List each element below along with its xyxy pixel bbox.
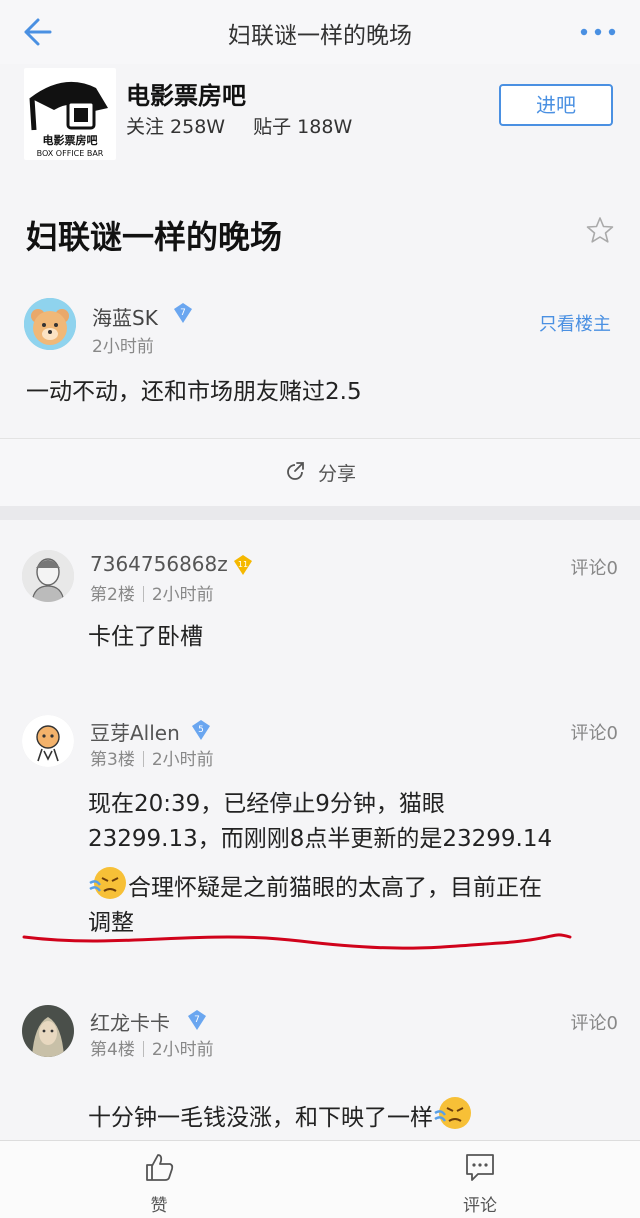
level-number: 7 [180,308,186,318]
reply-content: 卡住了卧槽 [88,624,203,650]
forum-name[interactable]: 电影票房吧 [126,76,246,111]
comment-button[interactable]: 评论 [420,1141,540,1218]
page-title: 妇联谜一样的晚场 [228,23,412,49]
reply-text: 十分钟一毛钱没涨，和下映了一样 [88,1105,433,1131]
meta-separator [142,751,144,767]
avatar[interactable] [22,1005,74,1057]
level-number: 5 [198,725,204,735]
meta-separator [142,586,144,602]
reply-time: 2小时前 [151,1040,214,1060]
comment-count-button[interactable]: 评论0 [571,554,618,580]
bear-avatar-icon [24,298,76,350]
only-op-button[interactable]: 只看楼主 [539,310,611,336]
reply-time: 2小时前 [151,585,214,605]
angry-emoji-icon [434,1097,471,1129]
forum-logo[interactable]: 电影票房吧 BOX OFFICE BAR [24,68,116,160]
reply-item: 红龙卡卡 7 第4楼 2小时前 评论0 十分钟一毛钱没涨，和下映了一样 [0,975,640,1140]
share-label: 分享 [318,463,357,485]
reply-meta: 第3楼 2小时前 [90,745,214,770]
forum-header: 电影票房吧 BOX OFFICE BAR 电影票房吧 关注 258W 贴子 18… [0,64,640,169]
username[interactable]: 7364756868z [90,552,228,576]
reply-line: 23299.13，而刚刚8点半更新的是23299.14 [88,826,553,852]
thumbs-up-icon [146,1154,174,1181]
red-underline-annotation [22,933,572,950]
username[interactable]: 海蓝SK [92,302,158,331]
enter-forum-button[interactable]: 进吧 [499,84,613,126]
floor-number: 第3楼 [90,750,135,770]
reply-text: 合理怀疑是之前猫眼的太高了，目前正在 [128,875,542,901]
forum-stats: 关注 258W 贴子 188W [126,112,374,139]
section-divider [0,506,640,520]
svg-text:电影票房吧: 电影票房吧 [43,133,98,147]
level-number: 11 [238,560,248,569]
post-content: 一动不动，还和市场朋友赌过2.5 [26,379,362,405]
share-bar[interactable]: 分享 [0,438,640,507]
level-badge-icon: 5 [192,720,210,740]
angry-emoji-icon [89,867,126,899]
reply-content: 现在20:39，已经停止9分钟，猫眼 23299.13，而刚刚8点半更新的是23… [88,787,614,941]
reply-item: 7364756868z 11 第2楼 2小时前 评论0 卡住了卧槽 [0,520,640,686]
level-badge-icon: 11 [234,555,252,575]
favorite-star-icon[interactable] [586,216,614,244]
level-badge-icon: 7 [188,1010,206,1030]
level-number: 7 [194,1015,200,1025]
reply-content: 十分钟一毛钱没涨，和下映了一样 [88,1093,614,1136]
sketch-avatar-icon [22,550,74,602]
like-button[interactable]: 赞 [99,1141,219,1218]
forum-posts: 贴子 188W [253,116,353,138]
avatar[interactable] [22,550,74,602]
share-icon [287,462,304,480]
post-time: 2小时前 [92,337,154,357]
reply-line: 现在20:39，已经停止9分钟，猫眼 [88,791,445,817]
svg-text:BOX OFFICE BAR: BOX OFFICE BAR [37,149,104,158]
post-title: 妇联谜一样的晚场 [26,218,283,256]
reply-time: 2小时前 [151,750,214,770]
bottom-action-bar: 赞 评论 [0,1140,640,1218]
reply-meta: 第2楼 2小时前 [90,580,214,605]
username[interactable]: 豆芽Allen [90,717,180,746]
like-label: 赞 [150,1196,168,1216]
comment-count-button[interactable]: 评论0 [571,1009,618,1035]
forum-followers: 关注 258W [126,116,226,138]
comment-bubble-icon [466,1154,494,1181]
meta-separator [142,1041,144,1057]
elf-avatar-icon [22,1005,74,1057]
film-camera-icon: 电影票房吧 BOX OFFICE BAR [29,81,108,158]
reply-meta: 第4楼 2小时前 [90,1035,214,1060]
reply-item: 豆芽Allen 5 第3楼 2小时前 评论0 现在20:39，已经停止9分钟，猫眼… [0,685,640,976]
comment-count-button[interactable]: 评论0 [571,719,618,745]
avatar[interactable] [22,715,74,767]
more-options-icon[interactable] [578,24,618,40]
reply-line-with-emoji: 合理怀疑是之前猫眼的太高了，目前正在 [88,863,614,906]
avatar[interactable] [24,298,76,350]
cartoon-avatar-icon [22,715,74,767]
floor-number: 第2楼 [90,585,135,605]
top-bar: 妇联谜一样的晚场 [0,0,640,65]
comment-label: 评论 [463,1196,497,1216]
username[interactable]: 红龙卡卡 [90,1007,170,1036]
floor-number: 第4楼 [90,1040,135,1060]
original-post: 妇联谜一样的晚场 海蓝SK 7 2小时前 只看楼主 一动不动，还和市场朋友赌过2… [0,168,640,507]
level-badge-icon: 7 [174,303,192,323]
